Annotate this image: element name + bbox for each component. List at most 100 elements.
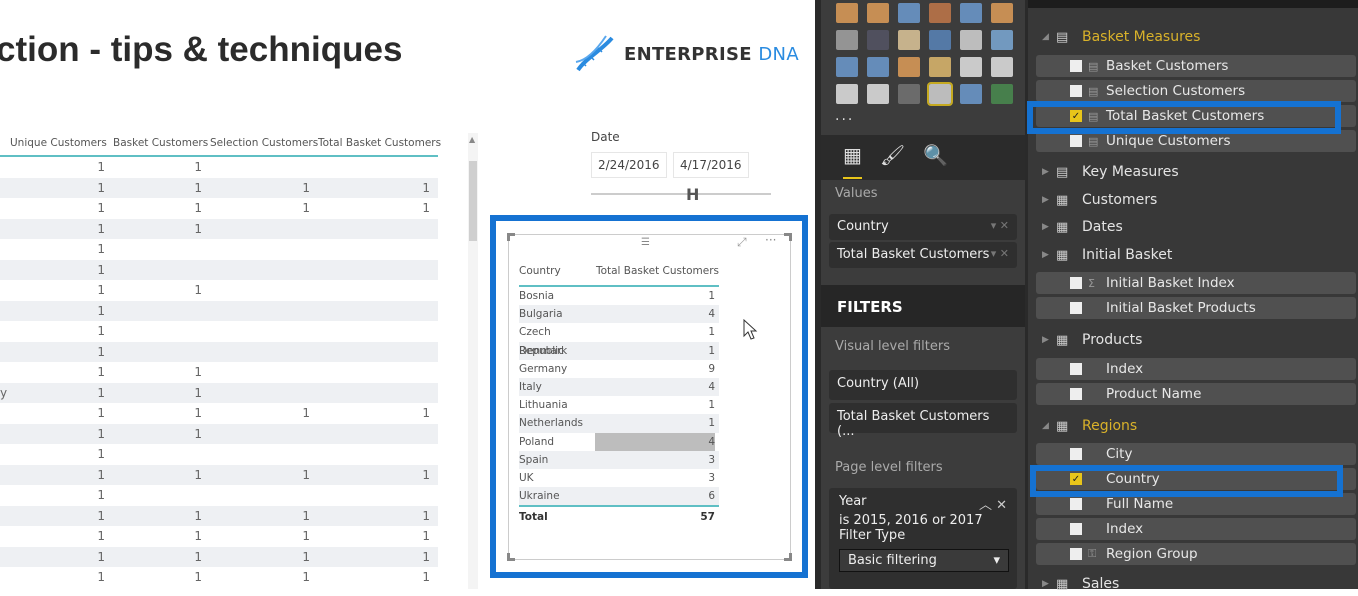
table-row[interactable]: Denmark 1 <box>519 341 719 360</box>
shape-map-icon[interactable] <box>867 57 889 77</box>
fields-tab-icon[interactable]: ▦ <box>843 143 862 179</box>
field-checkbox[interactable] <box>1070 548 1082 560</box>
ribbon-chart-icon[interactable] <box>991 3 1013 23</box>
field-item[interactable]: ▤ Basket Customers <box>1036 55 1356 77</box>
start-date-input[interactable]: 2/24/2016 <box>591 152 667 178</box>
table-row[interactable]: 1 1 1 1 <box>0 546 438 567</box>
table-row[interactable]: 1 <box>0 444 438 465</box>
line-clustered-column-icon[interactable] <box>960 3 982 23</box>
table-row[interactable]: 1 1 1 1 <box>0 198 438 219</box>
field-checkbox[interactable] <box>1070 448 1082 460</box>
field-item[interactable]: Σ Initial Basket Index <box>1036 272 1356 294</box>
table-row[interactable]: Ukraine 6 <box>519 487 719 506</box>
remove-field-icon[interactable]: ▾ ✕ <box>991 219 1009 235</box>
table-row[interactable]: 1 <box>0 341 438 362</box>
column-header[interactable]: Total Basket Customers <box>596 259 719 285</box>
table-icon[interactable] <box>927 82 953 106</box>
field-checkbox[interactable] <box>1070 85 1082 97</box>
r-visual-icon[interactable] <box>960 84 982 104</box>
field-item[interactable]: ⚿ Region Group <box>1036 543 1356 565</box>
value-well-total-basket-customers[interactable]: Total Basket Customers ▾ ✕ <box>829 242 1017 268</box>
value-well-country[interactable]: Country ▾ ✕ <box>829 214 1017 240</box>
collapsed-arrow-icon[interactable]: ▶ <box>1042 335 1056 345</box>
slider-track[interactable] <box>591 193 771 195</box>
table-row[interactable]: UK 3 <box>519 469 719 487</box>
column-header[interactable]: Country <box>519 259 561 285</box>
line-column-icon[interactable] <box>929 3 951 23</box>
scroll-up-icon[interactable]: ▲ <box>469 135 475 144</box>
table-row[interactable]: 1 <box>0 321 438 342</box>
table-row[interactable]: 11 <box>0 218 438 239</box>
field-group[interactable]: ▶ ▦ Initial Basket <box>1042 243 1172 267</box>
table-row[interactable]: 11 <box>0 423 438 444</box>
card-icon[interactable] <box>960 57 982 77</box>
expanded-arrow-icon[interactable]: ◢ <box>1042 32 1056 42</box>
analytics-icon[interactable]: 🔍 <box>923 143 948 180</box>
table-row[interactable]: 1 <box>0 259 438 280</box>
field-checkbox[interactable] <box>1070 135 1082 147</box>
treemap-icon[interactable] <box>960 30 982 50</box>
table-row[interactable]: 11 <box>0 157 438 178</box>
table-row[interactable]: Lithuania 1 <box>519 396 719 414</box>
donut-icon[interactable] <box>929 30 951 50</box>
table-row[interactable]: 1 1 1 1 <box>0 177 438 198</box>
field-group[interactable]: ◢ ▦ Regions <box>1042 414 1137 438</box>
more-options-icon[interactable]: ··· <box>765 233 776 247</box>
field-checkbox[interactable] <box>1070 277 1082 289</box>
table-row[interactable]: Germany 9 <box>519 360 719 378</box>
column-header[interactable]: Unique Customers <box>10 133 113 155</box>
collapsed-arrow-icon[interactable]: ▶ <box>1042 167 1056 177</box>
column-header[interactable] <box>0 133 10 155</box>
format-paint-roller-icon[interactable]: 🖌 <box>880 143 905 180</box>
kpi-icon[interactable] <box>836 84 858 104</box>
collapsed-arrow-icon[interactable]: ▶ <box>1042 222 1056 232</box>
field-checkbox[interactable] <box>1070 523 1082 535</box>
filter-country[interactable]: Country (All) <box>829 370 1017 400</box>
table-row[interactable]: 1 <box>0 485 438 506</box>
stacked-area-icon[interactable] <box>898 3 920 23</box>
field-item[interactable]: Index <box>1036 518 1356 540</box>
line-chart-icon[interactable] <box>836 3 858 23</box>
table-row[interactable]: Italy 4 <box>519 377 719 397</box>
field-group[interactable]: ▶ ▦ Dates <box>1042 215 1123 239</box>
field-checkbox[interactable] <box>1070 498 1082 510</box>
table-row[interactable]: 1 <box>0 300 438 321</box>
table-row[interactable]: y 1 1 <box>0 382 438 403</box>
table-scrollbar[interactable]: ▲ <box>468 133 478 589</box>
field-checkbox[interactable] <box>1070 363 1082 375</box>
filter-type-dropdown[interactable]: Basic filtering ▾ <box>839 549 1009 572</box>
table-row[interactable]: 11 <box>0 280 438 301</box>
collapsed-arrow-icon[interactable]: ▶ <box>1042 579 1056 589</box>
field-item[interactable]: ▤ Selection Customers <box>1036 80 1356 102</box>
end-date-input[interactable]: 4/17/2016 <box>673 152 749 178</box>
table-row[interactable]: 1 1 1 1 <box>0 505 438 526</box>
field-group[interactable]: ◢ ▤ Basket Measures <box>1042 25 1200 49</box>
slicer-icon[interactable] <box>867 84 889 104</box>
focus-mode-icon[interactable]: ⤢ <box>737 235 747 250</box>
field-checkbox[interactable] <box>1070 60 1082 72</box>
column-header[interactable]: Basket Customers <box>113 133 210 155</box>
remove-field-icon[interactable]: ▾ ✕ <box>991 247 1009 263</box>
table-row[interactable]: Spain 3 <box>519 450 719 469</box>
table-row[interactable]: Poland 4 <box>519 432 719 451</box>
collapsed-arrow-icon[interactable]: ▶ <box>1042 250 1056 260</box>
country-table-visual[interactable]: ☰ ⤢ ··· Country Total Basket Customers Bos… <box>507 233 792 561</box>
slider-handle[interactable]: H <box>686 185 699 204</box>
field-item[interactable]: Product Name <box>1036 383 1356 405</box>
column-header[interactable]: Selection Customers <box>210 133 318 155</box>
table-row[interactable]: Bulgaria 4 <box>519 305 719 324</box>
field-group[interactable]: ▶ ▦ Customers <box>1042 188 1157 212</box>
collapse-close-icons[interactable]: ︿ ✕ <box>979 494 1007 513</box>
table-row[interactable]: 1 <box>0 239 438 260</box>
field-checkbox[interactable] <box>1070 302 1082 314</box>
field-checkbox[interactable] <box>1070 388 1082 400</box>
waterfall-icon[interactable] <box>836 30 858 50</box>
pie-icon[interactable] <box>898 30 920 50</box>
multi-row-card-icon[interactable] <box>991 57 1013 77</box>
area-chart-icon[interactable] <box>867 3 889 23</box>
table-row[interactable]: 1 1 1 1 <box>0 526 438 547</box>
table-row[interactable]: Czech Republic 1 <box>519 323 719 356</box>
table-row[interactable]: 1 1 1 1 <box>0 464 438 485</box>
scatter-icon[interactable] <box>867 30 889 50</box>
field-item[interactable]: City <box>1036 443 1356 465</box>
